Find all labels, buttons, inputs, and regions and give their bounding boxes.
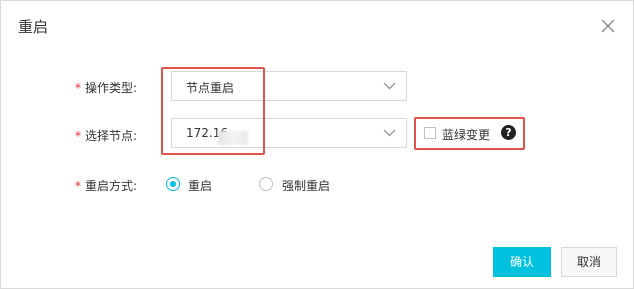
close-icon[interactable] [599, 17, 617, 35]
blue-green-label[interactable]: 蓝绿变更 [442, 126, 490, 143]
required-mark: * [75, 81, 81, 95]
restart-method-label-text: 重启方式: [85, 179, 138, 193]
redacted-ip-blur [218, 131, 248, 145]
operation-type-label-text: 操作类型: [85, 81, 138, 95]
operation-type-label: * 操作类型: [75, 79, 137, 96]
operation-type-value: 节点重启 [186, 81, 235, 95]
select-node-label: * 选择节点: [75, 127, 137, 144]
operation-type-select[interactable]: 节点重启 [171, 71, 407, 101]
select-node-label-text: 选择节点: [85, 129, 138, 143]
force-restart-radio[interactable] [259, 177, 273, 191]
force-restart-radio-label[interactable]: 强制重启 [282, 177, 330, 194]
restart-method-label: * 重启方式: [75, 177, 137, 194]
restart-dialog: 重启 * 操作类型: 节点重启 * 选择节点: 172.16 蓝绿变更 ? * 重启方… [0, 0, 634, 289]
blue-green-checkbox[interactable] [424, 127, 436, 139]
chevron-down-icon [383, 129, 396, 137]
chevron-down-icon [383, 82, 396, 90]
restart-radio[interactable] [166, 177, 180, 191]
required-mark: * [75, 129, 81, 143]
confirm-button[interactable]: 确认 [493, 247, 551, 277]
restart-radio-label[interactable]: 重启 [188, 177, 212, 194]
required-mark: * [75, 179, 81, 193]
help-icon[interactable]: ? [501, 125, 516, 140]
dialog-title: 重启 [18, 18, 49, 36]
select-node-select[interactable]: 172.16 [171, 118, 407, 148]
cancel-button[interactable]: 取消 [561, 247, 617, 277]
